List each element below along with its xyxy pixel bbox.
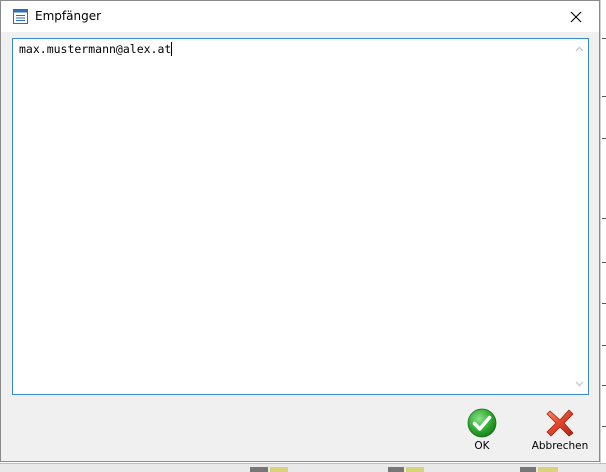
- cancel-button[interactable]: Abbrechen: [528, 408, 592, 456]
- title-bar[interactable]: Empfänger: [1, 1, 599, 32]
- list-document-icon: [13, 9, 28, 24]
- recipient-email-text: max.mustermann@alex.at: [19, 42, 172, 56]
- scroll-up-arrow-icon[interactable]: [575, 46, 584, 52]
- recipients-text[interactable]: max.mustermann@alex.at: [19, 42, 173, 56]
- close-icon: [570, 11, 582, 22]
- red-x-icon: [546, 409, 574, 437]
- ok-button[interactable]: OK: [450, 408, 514, 456]
- window-title: Empfänger: [35, 9, 102, 23]
- vertical-scrollbar[interactable]: [571, 39, 588, 394]
- ok-button-label: OK: [474, 440, 490, 452]
- recipients-dialog: Empfänger max.mustermann@alex.at OK Abbr…: [0, 0, 600, 462]
- scroll-down-arrow-icon[interactable]: [575, 381, 584, 387]
- recipients-textarea[interactable]: max.mustermann@alex.at: [12, 38, 589, 395]
- green-check-icon: [467, 408, 497, 438]
- text-caret: [171, 42, 173, 56]
- background-window-edge: [600, 0, 606, 471]
- cancel-button-label: Abbrechen: [531, 440, 589, 452]
- close-button[interactable]: [553, 1, 599, 32]
